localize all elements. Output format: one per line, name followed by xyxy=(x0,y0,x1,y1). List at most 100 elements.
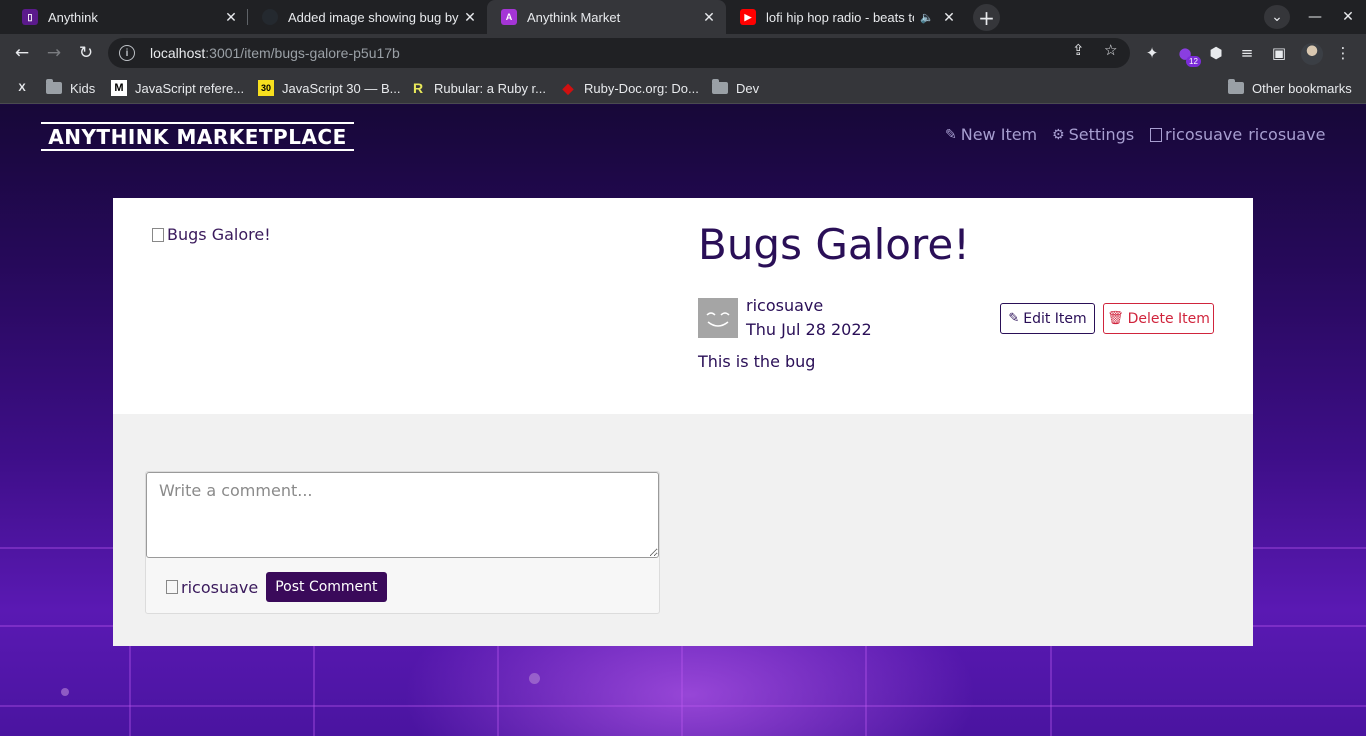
bookmark-star-icon[interactable]: ☆ xyxy=(1104,41,1117,59)
browser-toolbar: ← → ↻ i localhost:3001/item/bugs-galore-… xyxy=(0,34,1366,72)
folder-icon xyxy=(46,79,62,94)
page-viewport: ANYTHINK MARKETPLACE ✎ New Item ⚙ Settin… xyxy=(0,105,1366,736)
item-date: Thu Jul 28 2022 xyxy=(746,320,872,339)
bookmark-folder-dev[interactable]: Dev xyxy=(712,78,759,98)
share-icon[interactable]: ⇪ xyxy=(1072,41,1085,59)
background-grid-line xyxy=(681,646,683,736)
comment-footer: ricosuave Post Comment xyxy=(166,572,387,602)
background-grid-line xyxy=(865,646,867,736)
nav-profile[interactable]: ricosuave ricosuave xyxy=(1150,125,1325,144)
mdn-icon: M xyxy=(111,80,127,96)
url-path: :3001/item/bugs-galore-p5u17b xyxy=(205,45,400,61)
broken-image-icon xyxy=(152,227,164,242)
bookmark-x[interactable]: X xyxy=(14,78,38,98)
extension-icon[interactable]: ✦ xyxy=(1142,43,1162,63)
background-grid-line xyxy=(497,646,499,736)
profile-avatar[interactable] xyxy=(1301,43,1323,65)
youtube-favicon-icon: ▶ xyxy=(740,9,756,25)
bookmark-js-reference[interactable]: M JavaScript refere... xyxy=(111,78,244,98)
trash-icon: 🗑 xyxy=(1107,311,1124,326)
broken-image-icon xyxy=(166,580,178,594)
anythink-favicon-icon: ▯ xyxy=(22,9,38,25)
bookmark-rubular[interactable]: R Rubular: a Ruby r... xyxy=(410,78,546,98)
close-tab-icon[interactable]: ✕ xyxy=(461,8,479,26)
bookmarks-bar: X Kids M JavaScript refere... 30 JavaScr… xyxy=(0,72,1366,104)
edit-icon: ✎ xyxy=(945,126,957,143)
background-grid-line xyxy=(129,646,131,736)
close-window-icon[interactable]: ✕ xyxy=(1335,5,1361,29)
close-tab-icon[interactable]: ✕ xyxy=(700,8,718,26)
edit-item-label: Edit Item xyxy=(1023,310,1087,327)
brand-logo[interactable]: ANYTHINK MARKETPLACE xyxy=(41,122,354,151)
item-card: Bugs Galore! Bugs Galore! ricosuave Thu … xyxy=(113,198,1253,414)
tab-strip: ▯ Anythink ✕ Added image showing bug by … xyxy=(0,0,1366,34)
audio-playing-icon[interactable]: 🔈 xyxy=(920,11,934,24)
folder-icon xyxy=(1228,79,1244,94)
post-comment-button[interactable]: Post Comment xyxy=(266,572,387,602)
pencil-icon: ✎ xyxy=(1008,311,1020,326)
comment-input[interactable] xyxy=(146,472,659,558)
bookmark-ruby-doc[interactable]: ◆ Ruby-Doc.org: Do... xyxy=(560,78,699,98)
nav-settings[interactable]: ⚙ Settings xyxy=(1052,125,1134,144)
bookmark-label: Ruby-Doc.org: Do... xyxy=(584,80,699,96)
background-grid-line xyxy=(0,705,1366,707)
bookmark-folder-kids[interactable]: Kids xyxy=(46,78,95,98)
github-favicon-icon xyxy=(262,9,278,25)
item-image: Bugs Galore! xyxy=(152,225,271,244)
ruby-gem-icon: ◆ xyxy=(562,79,574,96)
extension-badge: 12 xyxy=(1186,56,1201,67)
extensions-puzzle-icon[interactable]: ⬢ xyxy=(1206,43,1226,63)
bookmark-js30[interactable]: 30 JavaScript 30 — B... xyxy=(258,78,401,98)
nav-username: ricosuave xyxy=(1248,125,1326,144)
nav-new-item[interactable]: ✎ New Item xyxy=(945,125,1037,144)
background-grid-line xyxy=(313,646,315,736)
tab-youtube[interactable]: ▶ lofi hip hop radio - beats to rel 🔈 ✕ xyxy=(726,0,966,34)
close-tab-icon[interactable]: ✕ xyxy=(940,8,958,26)
anythink-market-favicon-icon: A xyxy=(501,9,517,25)
background-orb xyxy=(61,688,69,696)
comments-section: ricosuave Post Comment xyxy=(113,414,1253,646)
comment-form: ricosuave Post Comment xyxy=(145,471,660,614)
bookmark-label: JavaScript refere... xyxy=(135,80,245,96)
minimize-icon[interactable]: — xyxy=(1302,5,1328,29)
tab-anythink[interactable]: ▯ Anythink ✕ xyxy=(8,0,248,34)
bookmark-label: Dev xyxy=(736,80,760,96)
bookmark-folder-other[interactable]: Other bookmarks xyxy=(1228,78,1352,98)
address-bar[interactable]: i localhost:3001/item/bugs-galore-p5u17b xyxy=(108,38,1130,68)
tab-title: Added image showing bug by ric xyxy=(288,9,461,25)
new-tab-button[interactable]: + xyxy=(973,4,1000,31)
item-image-alt: Bugs Galore! xyxy=(167,225,271,244)
nav-user-avatar-alt: ricosuave xyxy=(1165,125,1243,144)
folder-icon xyxy=(712,79,728,94)
bookmark-label: Kids xyxy=(70,80,96,96)
tab-github-pr[interactable]: Added image showing bug by ric ✕ xyxy=(248,0,487,34)
side-panel-icon[interactable]: ▣ xyxy=(1269,43,1289,63)
comment-user-avatar: ricosuave xyxy=(166,578,258,597)
menu-icon[interactable]: ⋮ xyxy=(1333,43,1353,63)
tab-search-icon[interactable]: ⌄ xyxy=(1264,5,1290,29)
reload-icon[interactable]: ↻ xyxy=(72,39,100,67)
comment-avatar-alt: ricosuave xyxy=(181,577,259,597)
forward-icon[interactable]: → xyxy=(40,39,68,67)
js30-icon: 30 xyxy=(258,80,274,96)
tab-title: Anythink Market xyxy=(527,9,621,25)
close-tab-icon[interactable]: ✕ xyxy=(222,8,240,26)
author-avatar[interactable] xyxy=(698,298,738,338)
nav-settings-label: Settings xyxy=(1068,125,1135,144)
rubular-icon: R xyxy=(412,80,424,96)
tab-title: Anythink xyxy=(48,9,98,25)
item-description: This is the bug xyxy=(698,352,816,371)
author-link[interactable]: ricosuave xyxy=(746,296,823,315)
back-icon[interactable]: ← xyxy=(8,39,36,67)
broken-image-icon xyxy=(1150,127,1162,142)
item-title: Bugs Galore! xyxy=(698,220,970,269)
smiley-avatar-icon xyxy=(706,312,730,327)
url-host: localhost xyxy=(150,45,206,61)
site-info-icon[interactable]: i xyxy=(119,45,135,61)
background-orb xyxy=(529,673,540,684)
delete-item-button[interactable]: 🗑 Delete Item xyxy=(1103,303,1214,334)
edit-item-button[interactable]: ✎ Edit Item xyxy=(1000,303,1095,334)
gear-icon: ⚙ xyxy=(1052,126,1065,143)
media-control-icon[interactable]: ≡ xyxy=(1237,43,1257,63)
tab-anythink-market[interactable]: A Anythink Market ✕ xyxy=(487,0,726,34)
